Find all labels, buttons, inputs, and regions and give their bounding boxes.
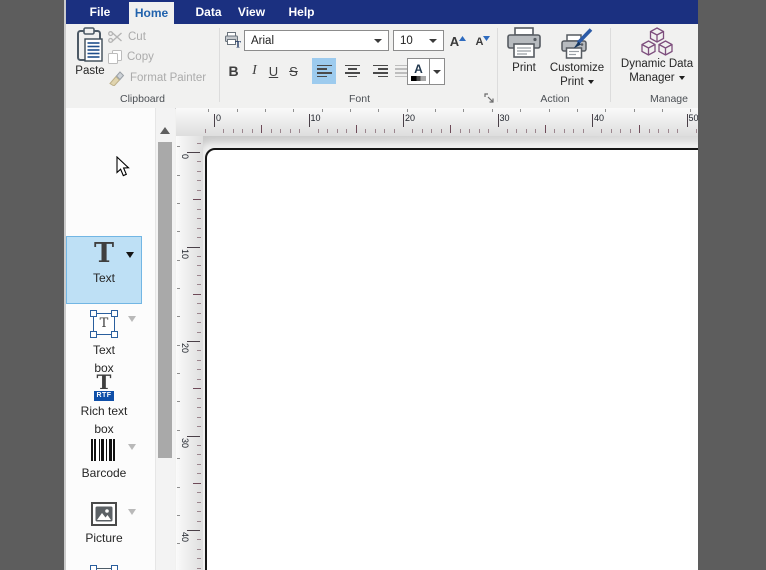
group-separator xyxy=(610,28,611,102)
format-painter-label: Format Painter xyxy=(130,72,207,84)
group-separator xyxy=(497,28,498,102)
clipboard-group-label: Clipboard xyxy=(120,93,165,105)
customize-print-icon xyxy=(559,27,595,61)
toolbox-panel: T Text T Text box T RTF Rich text box Ba… xyxy=(66,108,155,570)
bold-button[interactable]: B xyxy=(224,59,243,83)
mouse-cursor xyxy=(116,156,130,177)
chevron-down-icon xyxy=(678,76,685,80)
text-box-icon: T xyxy=(67,306,141,341)
align-center-icon xyxy=(344,63,360,79)
tool-barcode-label: Barcode xyxy=(81,466,127,480)
printer-font-icon[interactable]: T xyxy=(224,32,242,48)
dynamic-data-manager-button[interactable]: Dynamic Data Manager xyxy=(614,27,698,89)
customize-print-label-line2: Print xyxy=(560,76,594,89)
tool-picture-label: Picture xyxy=(85,531,123,545)
svg-text:T: T xyxy=(235,40,241,49)
font-size-value: 10 xyxy=(400,34,413,47)
format-painter-button[interactable]: Format Painter xyxy=(108,70,206,86)
tool-rectangle[interactable]: Rectangle xyxy=(67,560,141,570)
tool-barcode[interactable]: Barcode xyxy=(67,435,141,482)
scroll-up-icon[interactable] xyxy=(160,127,170,134)
align-left-button[interactable] xyxy=(312,58,336,84)
font-group-label: Font xyxy=(348,93,370,105)
cubes-icon xyxy=(641,27,673,57)
horizontal-ruler: 0 10 20 30 40 50 xyxy=(176,108,698,137)
customize-print-button[interactable]: Customize Print xyxy=(547,27,607,89)
font-color-button[interactable]: A xyxy=(407,58,430,85)
ddm-label-line2: Manager xyxy=(629,72,685,85)
vertical-ruler: 0 10 20 30 40 xyxy=(176,136,204,570)
paste-button[interactable]: Paste xyxy=(72,27,108,85)
align-right-icon xyxy=(372,63,388,79)
ddm-label-line1: Dynamic Data xyxy=(620,58,694,70)
chevron-down-icon[interactable] xyxy=(126,252,134,258)
tab-file[interactable]: File xyxy=(77,0,123,24)
tool-picture[interactable]: Picture xyxy=(67,498,141,547)
chevron-down-icon xyxy=(432,69,441,74)
tool-text[interactable]: T Text xyxy=(66,236,142,304)
cut-label: Cut xyxy=(128,31,146,43)
cut-button[interactable]: Cut xyxy=(108,30,146,44)
toolbox-scrollbar[interactable] xyxy=(155,108,175,570)
font-size-select[interactable]: 10 xyxy=(393,30,444,51)
align-right-button[interactable] xyxy=(368,58,392,84)
chevron-down-icon xyxy=(374,38,382,43)
paste-icon xyxy=(76,27,104,63)
tool-text-box-label-line1: Text xyxy=(92,343,115,357)
print-label: Print xyxy=(512,62,536,74)
format-painter-icon xyxy=(108,70,125,86)
chevron-down-icon[interactable] xyxy=(128,444,136,450)
tab-help[interactable]: Help xyxy=(279,0,324,24)
copy-label: Copy xyxy=(127,51,154,63)
font-color-gradient-bar xyxy=(410,75,426,81)
application-window: File Home Data View Help Paste Cut Copy … xyxy=(66,0,698,570)
manage-group-label: Manage xyxy=(650,93,688,105)
rich-text-icon: T RTF xyxy=(94,370,114,401)
copy-icon xyxy=(108,50,122,64)
chevron-down-icon[interactable] xyxy=(128,509,136,515)
tab-home[interactable]: Home xyxy=(129,2,174,24)
font-dialog-launcher[interactable] xyxy=(484,93,495,104)
shrink-font-button[interactable]: A xyxy=(473,30,493,49)
print-icon xyxy=(506,27,542,59)
tool-rich-text-box[interactable]: T RTF Rich text box xyxy=(67,369,141,438)
design-surface xyxy=(203,136,698,570)
scissors-icon xyxy=(108,31,123,43)
up-triangle-icon xyxy=(459,36,467,41)
grow-font-button[interactable]: A xyxy=(448,30,468,49)
align-center-button[interactable] xyxy=(340,58,364,84)
underline-button[interactable]: U xyxy=(265,59,282,83)
tab-data[interactable]: Data xyxy=(186,0,231,24)
rectangle-icon xyxy=(67,560,141,570)
chevron-down-icon[interactable] xyxy=(128,316,136,322)
grow-font-letter: A xyxy=(449,34,460,49)
scrollbar-thumb[interactable] xyxy=(158,142,172,458)
tool-text-label: Text xyxy=(92,271,115,285)
ribbon: Paste Cut Copy Format Painter Clipboard … xyxy=(66,24,698,109)
font-color-dropdown[interactable] xyxy=(429,58,445,85)
tool-text-box[interactable]: T Text box xyxy=(67,306,141,377)
tab-view[interactable]: View xyxy=(229,0,274,24)
copy-button[interactable]: Copy xyxy=(108,50,154,64)
strikethrough-button[interactable]: S xyxy=(285,59,302,83)
label-canvas[interactable] xyxy=(205,148,698,570)
font-family-value: Arial xyxy=(251,34,275,47)
align-left-icon xyxy=(316,63,332,79)
font-family-select[interactable]: Arial xyxy=(244,30,389,51)
desktop-background: File Home Data View Help Paste Cut Copy … xyxy=(0,0,766,570)
down-triangle-icon xyxy=(483,36,491,41)
chevron-down-icon xyxy=(587,80,594,84)
italic-button[interactable]: I xyxy=(247,59,262,83)
chevron-down-icon xyxy=(429,38,437,43)
paste-label: Paste xyxy=(75,65,105,77)
font-color-letter: A xyxy=(414,61,423,76)
print-button[interactable]: Print xyxy=(502,27,546,89)
ribbon-tab-bar: File Home Data View Help xyxy=(66,0,698,24)
customize-print-label-line1: Customize xyxy=(549,62,605,74)
action-group-label: Action xyxy=(540,93,570,105)
tool-rich-text-label-line1: Rich text xyxy=(80,404,128,418)
group-separator xyxy=(219,28,220,102)
shrink-font-letter: A xyxy=(475,36,484,48)
font-color-split-button: A xyxy=(407,58,445,85)
